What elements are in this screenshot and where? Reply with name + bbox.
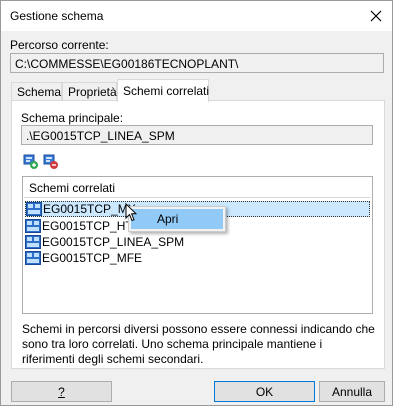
tab-schemi-correlati[interactable]: Schemi correlati <box>117 79 209 102</box>
window-title: Gestione schema <box>10 9 104 23</box>
ok-button[interactable]: OK <box>214 381 315 402</box>
title-bar: Gestione schema <box>1 1 392 31</box>
list-item-label: EG0015TCP_LINEA_SPM <box>42 235 185 249</box>
close-icon <box>370 10 382 22</box>
remove-schema-button[interactable] <box>43 154 59 170</box>
help-button[interactable]: ? <box>11 381 112 402</box>
current-path-label: Percorso corrente: <box>10 38 109 52</box>
cancel-button[interactable]: Annulla <box>319 381 385 402</box>
schema-icon <box>26 202 42 216</box>
schema-icon <box>25 235 41 249</box>
schema-icon <box>25 251 41 265</box>
mouse-cursor-icon <box>125 203 137 222</box>
close-button[interactable] <box>364 4 388 28</box>
tab-proprieta[interactable]: Proprietà <box>62 82 117 101</box>
list-item[interactable]: EG0015TCP_MFE <box>25 250 370 266</box>
related-schemas-list[interactable]: Schemi correlati EG0015TCP_MX EG0015TCP_… <box>22 176 373 314</box>
context-menu-open[interactable]: Apri <box>131 209 223 229</box>
list-item[interactable]: EG0015TCP_LINEA_SPM <box>25 234 370 250</box>
tab-schema[interactable]: Schema <box>11 82 62 101</box>
schema-icon <box>25 219 41 233</box>
add-schema-button[interactable] <box>23 154 39 170</box>
list-item-label: EG0015TCP_MX <box>43 202 136 216</box>
help-button-label: ? <box>58 384 65 399</box>
list-header-divider <box>24 197 371 198</box>
help-description: Schemi in percorsi diversi possono esser… <box>22 322 375 366</box>
add-schema-icon <box>23 154 38 169</box>
gestione-schema-dialog: Gestione schema Percorso corrente: C:\CO… <box>0 0 393 406</box>
context-menu: Apri <box>128 206 226 232</box>
list-item-label: EG0015TCP_MFE <box>42 251 143 265</box>
tab-panel-schemi-correlati: Schema principale: .\EG0015TCP_LINEA_SPM <box>11 100 385 369</box>
remove-schema-icon <box>43 154 58 169</box>
main-schema-label: Schema principale: <box>21 111 124 125</box>
current-path-field[interactable]: C:\COMMESSE\EG00186TECNOPLANT\ <box>10 53 384 73</box>
list-column-header: Schemi correlati <box>29 181 116 195</box>
main-schema-field[interactable]: .\EG0015TCP_LINEA_SPM <box>21 125 373 145</box>
